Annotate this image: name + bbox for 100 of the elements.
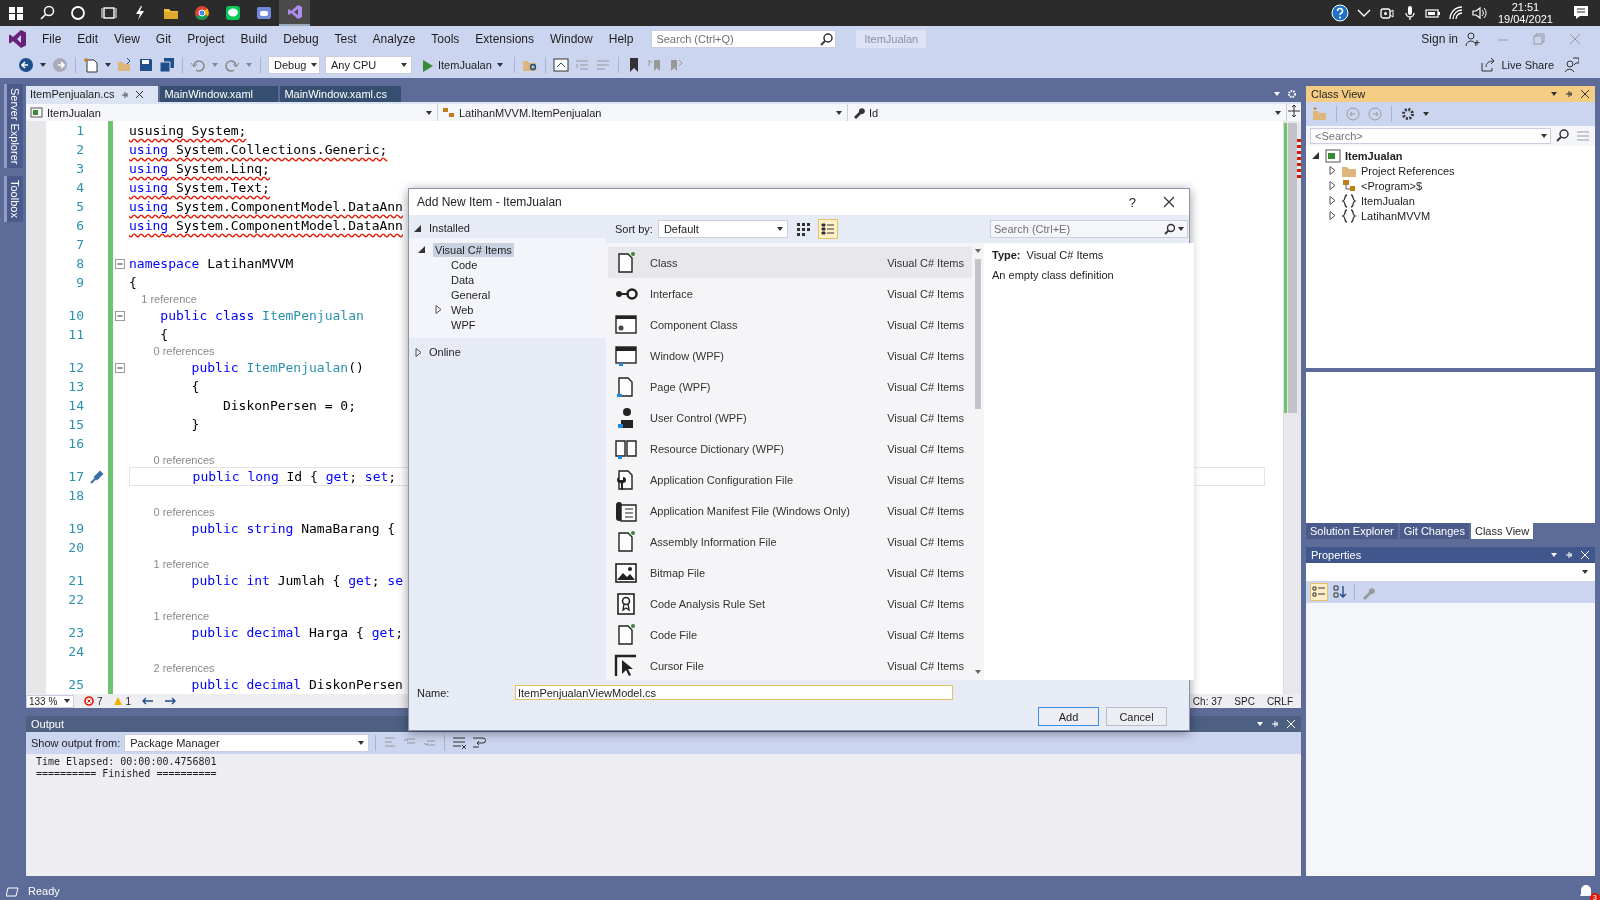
panel-tab[interactable]: Class View (1470, 523, 1534, 539)
pin-icon[interactable] (1564, 89, 1574, 99)
menu-item[interactable]: Edit (69, 32, 107, 46)
gear-icon[interactable] (1400, 106, 1416, 122)
save-all-icon[interactable] (159, 57, 175, 73)
live-share-button[interactable]: Live Share (1476, 55, 1558, 75)
close-icon[interactable] (1163, 196, 1175, 208)
item-template[interactable]: Resource Dictionary (WPF) Visual C# Items (608, 433, 972, 464)
sort-dropdown[interactable]: Default (657, 220, 788, 238)
task-view-icon[interactable] (100, 5, 117, 21)
line-ending[interactable]: CRLF (1266, 695, 1293, 707)
sign-in-link[interactable]: Sign in (1421, 32, 1458, 46)
word-wrap-icon[interactable] (471, 735, 488, 751)
expanded-icon[interactable] (1311, 150, 1321, 161)
search-field[interactable]: Search (Ctrl+E) (990, 220, 1188, 238)
split-icon[interactable] (1287, 104, 1301, 118)
collapse-icon[interactable] (115, 362, 125, 373)
menu-item[interactable]: View (106, 32, 148, 46)
side-tab[interactable]: Toolbox (3, 176, 23, 223)
list-view-button[interactable] (817, 219, 838, 239)
categorized-icon[interactable] (1311, 584, 1327, 600)
side-tab[interactable]: Server Explorer (3, 84, 23, 169)
expanded-icon[interactable] (417, 244, 427, 255)
item-template[interactable]: Application Manifest File (Windows Only) Visual C# Items (608, 495, 972, 526)
tree-item[interactable]: ItemJualan (1345, 149, 1403, 162)
tree-item[interactable]: WPF (449, 317, 478, 332)
scrollbar[interactable] (1283, 121, 1301, 694)
tree-section[interactable]: Installed (429, 222, 470, 234)
tree-section[interactable]: Online (429, 346, 461, 358)
menu-item[interactable]: Git (147, 32, 180, 46)
tree-item[interactable]: ItemJualan (1361, 194, 1415, 207)
tree-item[interactable]: <Program>$ (1361, 179, 1423, 192)
output-window-icon[interactable] (6, 884, 20, 898)
search-field[interactable]: <Search> (1310, 128, 1551, 144)
collapse-icon[interactable] (115, 258, 125, 269)
menu-item[interactable]: Project (179, 32, 233, 46)
tree-item[interactable]: Web (449, 302, 476, 317)
clock-date[interactable]: 19/04/2021 (1497, 13, 1553, 25)
tree-item[interactable]: Code (449, 257, 480, 272)
search-field[interactable]: Search (Ctrl+Q) (651, 30, 837, 48)
back-icon[interactable] (18, 57, 34, 73)
forward-arrow-icon[interactable] (164, 695, 178, 707)
clock-time[interactable]: 21:51 (1511, 1, 1540, 13)
add-button[interactable]: Add (1038, 707, 1099, 726)
panel-tab[interactable]: Solution Explorer (1306, 523, 1398, 539)
screwdriver-icon[interactable] (89, 468, 105, 485)
item-template[interactable]: Component Class Visual C# Items (608, 309, 972, 340)
indent-mode[interactable]: SPC (1234, 695, 1255, 707)
collapsed-icon[interactable] (413, 346, 423, 358)
configuration-dropdown[interactable]: Debug (268, 56, 320, 74)
help-icon[interactable] (1330, 4, 1349, 22)
tree-item[interactable]: General (449, 287, 493, 302)
tree-item[interactable]: LatihanMVVM (1361, 209, 1431, 222)
item-template[interactable]: Application Configuration File Visual C# Items (608, 464, 972, 495)
collapsed-icon[interactable] (1327, 210, 1337, 221)
back-arrow-icon[interactable] (141, 695, 155, 707)
search-icon[interactable] (38, 5, 55, 21)
item-template[interactable]: Cursor File Visual C# Items (608, 650, 972, 681)
item-template[interactable]: Page (WPF) Visual C# Items (608, 371, 972, 402)
speaker-icon[interactable] (1470, 5, 1487, 21)
collapsed-icon[interactable] (433, 304, 443, 315)
item-template[interactable]: Interface Visual C# Items (608, 278, 972, 309)
warning-count[interactable]: 1 (112, 695, 132, 707)
menu-item[interactable]: Window (542, 32, 601, 46)
error-count[interactable]: 7 (84, 695, 103, 707)
circle-icon[interactable] (69, 5, 86, 21)
collapsed-icon[interactable] (1327, 180, 1337, 191)
panel-tab[interactable]: Git Changes (1399, 523, 1469, 539)
item-template[interactable]: User Control (WPF) Visual C# Items (608, 402, 972, 433)
help-button[interactable]: ? (1125, 194, 1139, 210)
tree-item[interactable]: Visual C# Items (433, 242, 514, 257)
save-icon[interactable] (138, 57, 154, 73)
start-button[interactable]: ItemJualan (417, 55, 507, 75)
gear-icon[interactable] (1287, 89, 1297, 99)
wifi-icon[interactable] (1447, 5, 1464, 21)
person-icon[interactable] (1464, 31, 1480, 47)
tree-item[interactable]: Data (449, 272, 477, 287)
zoom-dropdown[interactable]: 133 % (26, 694, 74, 708)
item-template[interactable]: Class Visual C# Items (608, 247, 972, 278)
item-template[interactable]: Bitmap File Visual C# Items (608, 557, 972, 588)
feedback-icon[interactable] (1563, 57, 1579, 73)
close-icon[interactable] (135, 89, 145, 99)
menu-item[interactable]: Extensions (467, 32, 543, 46)
tree-item[interactable]: Project References (1361, 164, 1455, 177)
menu-item[interactable]: Tools (423, 32, 468, 46)
pin-icon[interactable] (120, 89, 130, 99)
menu-item[interactable]: Build (232, 32, 276, 46)
search-icon[interactable] (1555, 128, 1571, 144)
document-tab[interactable]: MainWindow.xaml.cs (280, 86, 402, 102)
browser-icon[interactable] (552, 57, 569, 73)
notification-bell-icon[interactable] (1578, 883, 1594, 899)
menu-item[interactable]: Help (600, 32, 642, 46)
menu-item[interactable]: Test (326, 32, 365, 46)
item-template[interactable]: Code Analysis Rule Set Visual C# Items (608, 588, 972, 619)
windows-icon[interactable] (7, 5, 24, 21)
clear-all-icon[interactable] (451, 735, 468, 751)
close-icon[interactable] (1580, 89, 1590, 99)
document-tab[interactable]: MainWindow.xaml (160, 86, 279, 102)
cursor-position[interactable]: Ch: 37 (1192, 695, 1223, 707)
collapse-icon[interactable] (115, 310, 125, 321)
